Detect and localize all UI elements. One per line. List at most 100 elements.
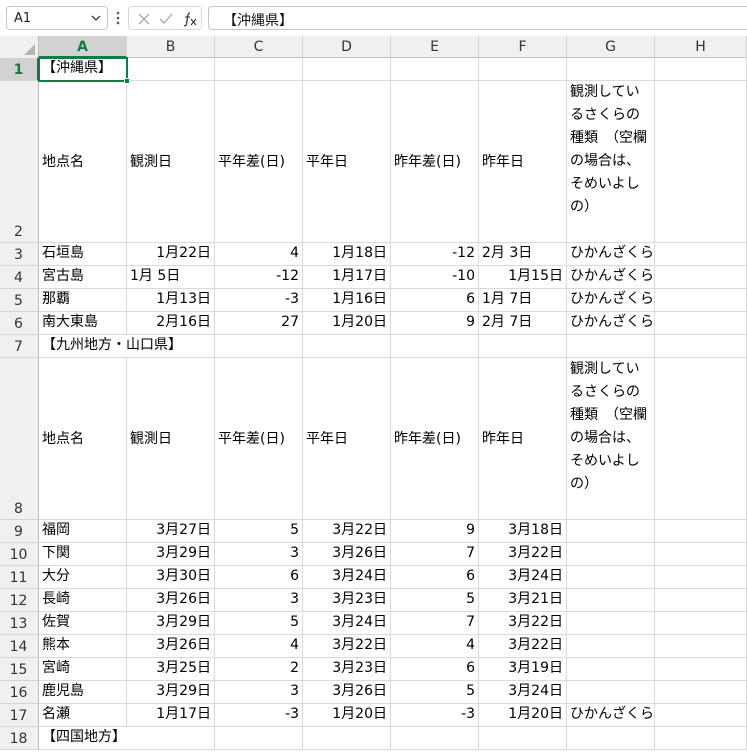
cell-c8[interactable]: 平年差(日) [215, 358, 303, 520]
cell-c17[interactable]: -3 [215, 704, 303, 727]
cell-f7[interactable] [479, 335, 567, 358]
cell-d9[interactable]: 3月22日 [303, 520, 391, 543]
cell-a4[interactable]: 宮古島 [39, 266, 127, 289]
cell-e2[interactable]: 昨年差(日) [391, 81, 479, 243]
row-header-13[interactable]: 13 [0, 612, 39, 635]
cell-h9[interactable] [655, 520, 747, 543]
cell-b13[interactable]: 3月29日 [127, 612, 215, 635]
cell-a16[interactable]: 鹿児島 [39, 681, 127, 704]
cell-b3[interactable]: 1月22日 [127, 243, 215, 266]
fill-handle[interactable] [124, 78, 130, 84]
cell-e16[interactable]: 5 [391, 681, 479, 704]
cell-c15[interactable]: 2 [215, 658, 303, 681]
cell-c7[interactable] [215, 335, 303, 358]
column-header-c[interactable]: C [215, 36, 303, 58]
cell-d13[interactable]: 3月24日 [303, 612, 391, 635]
cell-g7[interactable] [567, 335, 655, 358]
cell-e13[interactable]: 7 [391, 612, 479, 635]
cell-c5[interactable]: -3 [215, 289, 303, 312]
cell-a1[interactable]: 【沖縄県】 [38, 57, 128, 82]
cell-a14[interactable]: 熊本 [39, 635, 127, 658]
cell-d1[interactable] [303, 58, 391, 81]
row-header-10[interactable]: 10 [0, 543, 39, 566]
cell-c13[interactable]: 5 [215, 612, 303, 635]
check-icon[interactable] [157, 10, 175, 28]
cell-d18[interactable] [303, 727, 391, 750]
row-header-17[interactable]: 17 [0, 704, 39, 727]
cell-g18[interactable] [567, 727, 655, 750]
row-header-8[interactable]: 8 [0, 358, 39, 520]
cell-b7[interactable] [127, 335, 215, 358]
cell-g4[interactable]: ひかんざくら [567, 266, 655, 289]
column-header-f[interactable]: F [479, 36, 567, 58]
cell-g9[interactable] [567, 520, 655, 543]
close-icon[interactable] [135, 10, 153, 28]
cell-e8[interactable]: 昨年差(日) [391, 358, 479, 520]
cell-h15[interactable] [655, 658, 747, 681]
cell-e15[interactable]: 6 [391, 658, 479, 681]
cell-b2[interactable]: 観測日 [127, 81, 215, 243]
cell-a2[interactable]: 地点名 [39, 81, 127, 243]
cell-h13[interactable] [655, 612, 747, 635]
cell-b11[interactable]: 3月30日 [127, 566, 215, 589]
cell-g1[interactable] [567, 58, 655, 81]
row-header-15[interactable]: 15 [0, 658, 39, 681]
cell-b1[interactable] [127, 58, 215, 81]
cell-a7[interactable]: 【九州地方・山口県】 [39, 335, 182, 358]
row-header-3[interactable]: 3 [0, 243, 39, 266]
cell-b8[interactable]: 観測日 [127, 358, 215, 520]
cell-d6[interactable]: 1月20日 [303, 312, 391, 335]
cell-h2[interactable] [655, 81, 747, 243]
cell-f3[interactable]: 2月 3日 [479, 243, 567, 266]
cell-a18[interactable]: 【四国地方】 [39, 727, 127, 750]
row-header-1[interactable]: 1 [0, 58, 39, 81]
cell-g2[interactable]: 観測しているさくらの種類 （空欄の場合は、そめいよしの） [567, 81, 655, 243]
select-all-button[interactable] [0, 36, 39, 58]
cell-c3[interactable]: 4 [215, 243, 303, 266]
cell-h6[interactable] [655, 312, 747, 335]
cell-g17[interactable]: ひかんざくら [567, 704, 655, 727]
cell-e17[interactable]: -3 [391, 704, 479, 727]
cell-f6[interactable]: 2月 7日 [479, 312, 567, 335]
cell-f11[interactable]: 3月24日 [479, 566, 567, 589]
row-header-16[interactable]: 16 [0, 681, 39, 704]
row-header-14[interactable]: 14 [0, 635, 39, 658]
row-header-18[interactable]: 18 [0, 727, 39, 750]
cell-d17[interactable]: 1月20日 [303, 704, 391, 727]
cell-c12[interactable]: 3 [215, 589, 303, 612]
cell-f8[interactable]: 昨年日 [479, 358, 567, 520]
cell-d5[interactable]: 1月16日 [303, 289, 391, 312]
column-header-b[interactable]: B [127, 36, 215, 58]
row-header-2[interactable]: 2 [0, 81, 39, 243]
cell-g14[interactable] [567, 635, 655, 658]
cell-e7[interactable] [391, 335, 479, 358]
cell-c6[interactable]: 27 [215, 312, 303, 335]
cell-h10[interactable] [655, 543, 747, 566]
cell-c9[interactable]: 5 [215, 520, 303, 543]
cell-f12[interactable]: 3月21日 [479, 589, 567, 612]
cell-g5[interactable]: ひかんざくら [567, 289, 655, 312]
cell-d10[interactable]: 3月26日 [303, 543, 391, 566]
cell-g10[interactable] [567, 543, 655, 566]
cell-g15[interactable] [567, 658, 655, 681]
cell-h17[interactable] [655, 704, 747, 727]
cell-d16[interactable]: 3月26日 [303, 681, 391, 704]
fx-icon[interactable] [181, 10, 199, 28]
cell-g8[interactable]: 観測しているさくらの種類 （空欄の場合は、そめいよしの） [567, 358, 655, 520]
cell-b12[interactable]: 3月26日 [127, 589, 215, 612]
row-header-6[interactable]: 6 [0, 312, 39, 335]
formula-input[interactable]: 【沖縄県】 [208, 6, 747, 30]
cell-g13[interactable] [567, 612, 655, 635]
cell-h7[interactable] [655, 335, 747, 358]
cell-b14[interactable]: 3月26日 [127, 635, 215, 658]
cell-f13[interactable]: 3月22日 [479, 612, 567, 635]
cell-d2[interactable]: 平年日 [303, 81, 391, 243]
cell-e9[interactable]: 9 [391, 520, 479, 543]
column-header-a[interactable]: A [39, 36, 127, 58]
cell-b10[interactable]: 3月29日 [127, 543, 215, 566]
cell-a5[interactable]: 那覇 [39, 289, 127, 312]
cell-f14[interactable]: 3月22日 [479, 635, 567, 658]
cell-b4[interactable]: 1月 5日 [127, 266, 215, 289]
cell-d12[interactable]: 3月23日 [303, 589, 391, 612]
cell-c14[interactable]: 4 [215, 635, 303, 658]
